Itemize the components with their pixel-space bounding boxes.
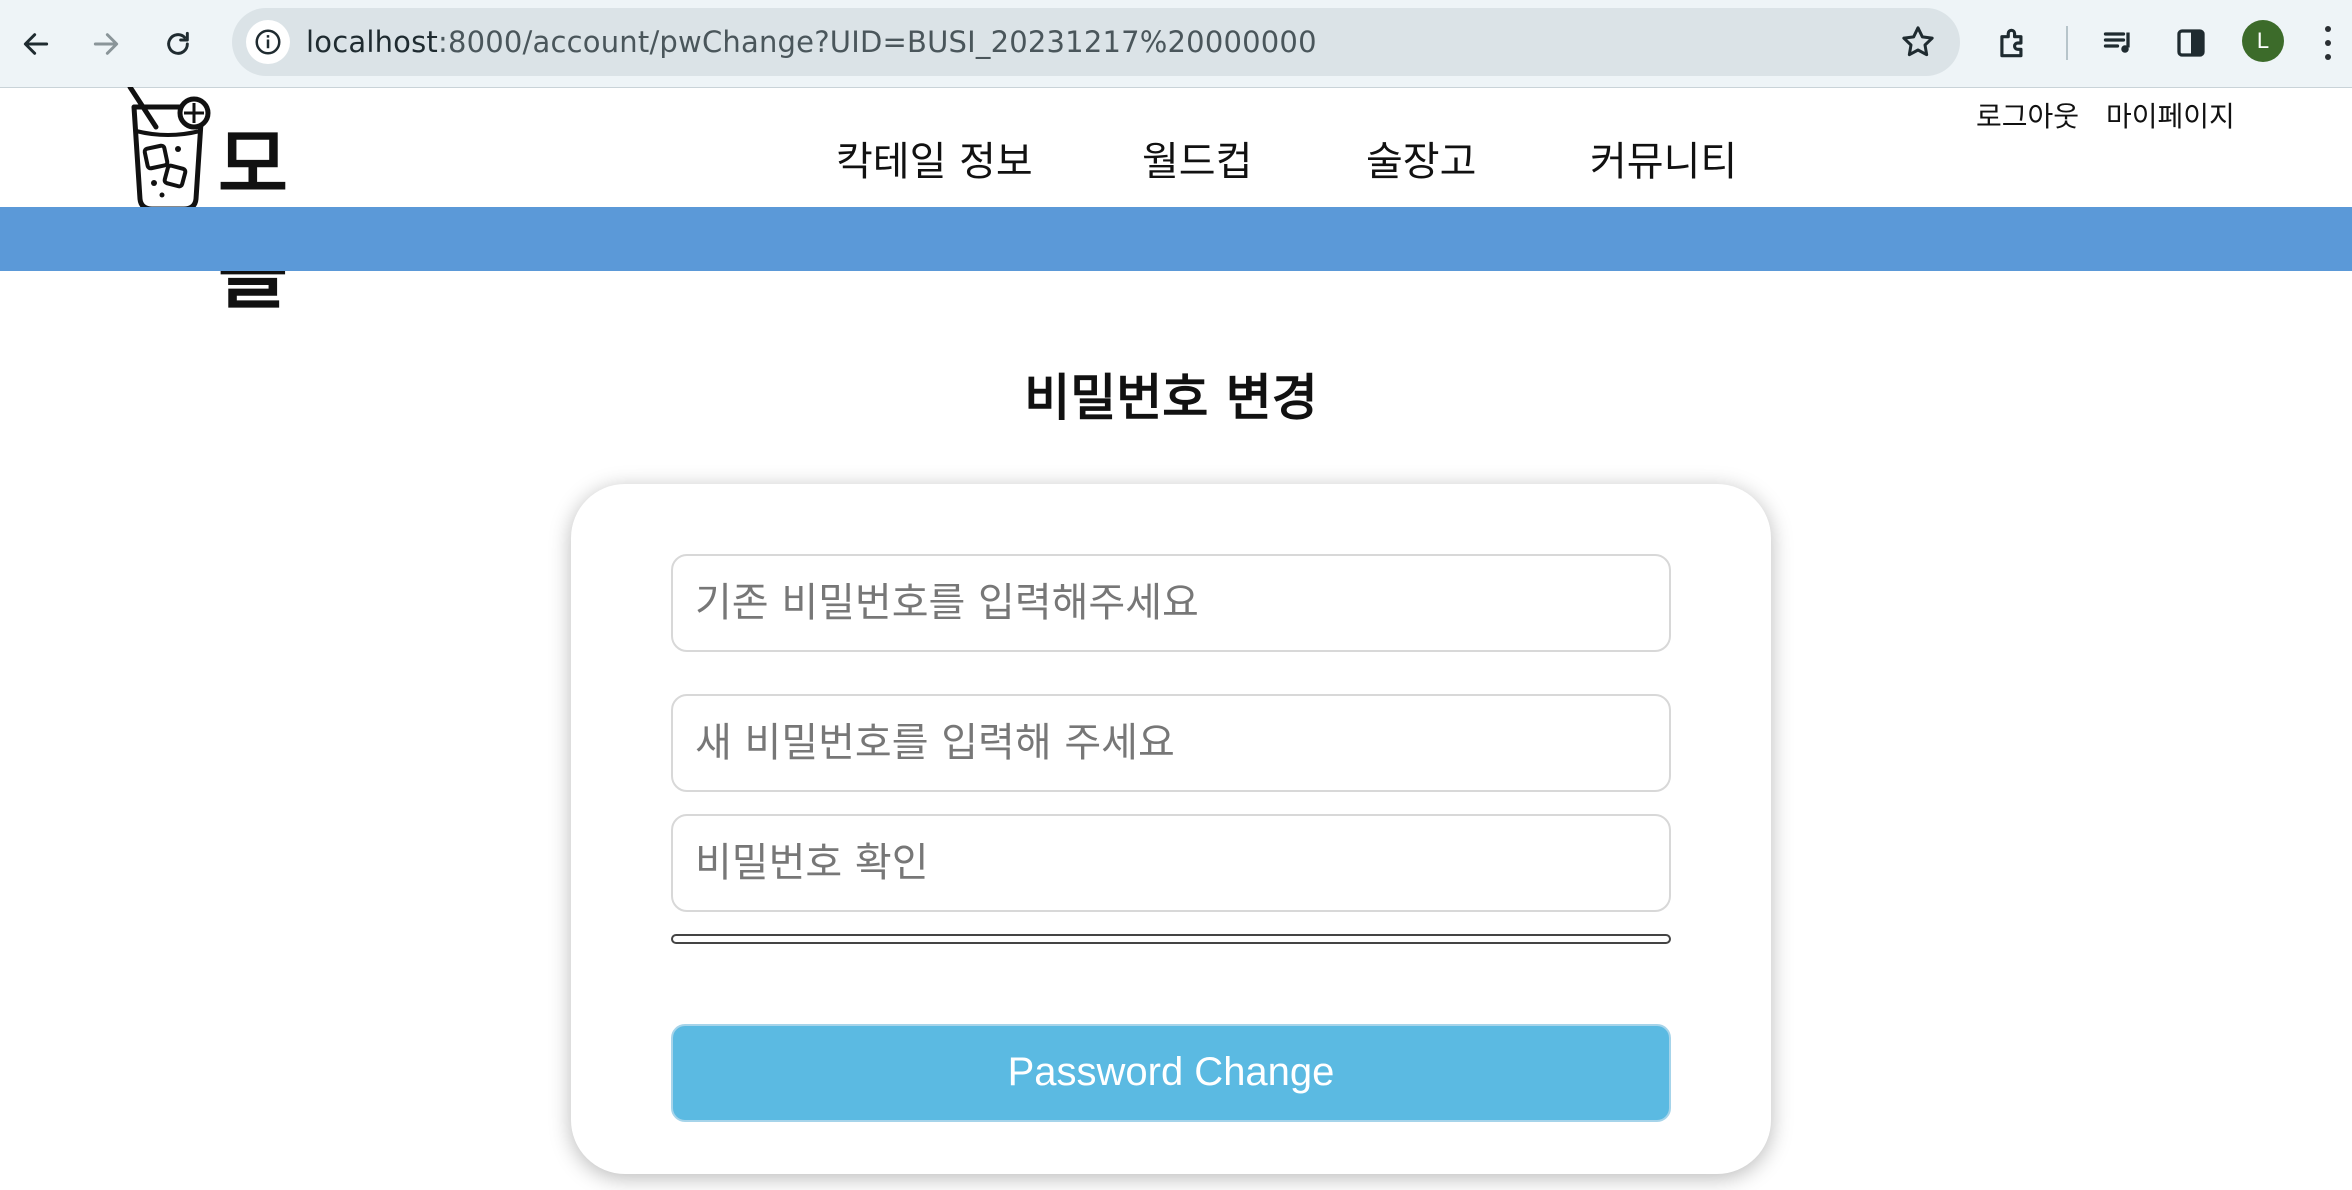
nav-cocktail-info[interactable]: 칵테일 정보 — [836, 129, 1033, 187]
header-band — [0, 207, 2352, 271]
extensions-icon[interactable] — [1990, 20, 2036, 66]
confirm-password-input[interactable] — [671, 814, 1671, 912]
address-bar[interactable]: localhost:8000/account/pwChange?UID=BUSI… — [232, 8, 1960, 76]
reload-icon[interactable] — [152, 18, 204, 70]
side-panel-icon[interactable] — [2168, 20, 2214, 66]
back-arrow-icon[interactable] — [10, 18, 62, 70]
nav-liquor-cabinet[interactable]: 술장고 — [1366, 129, 1476, 187]
site-header: 모몰 칵테일 정보 월드컵 술장고 커뮤니티 로그아웃 마이페이지 — [0, 87, 2352, 319]
forward-arrow-icon[interactable] — [80, 18, 132, 70]
url-text[interactable]: localhost:8000/account/pwChange?UID=BUSI… — [306, 8, 1317, 76]
current-password-input[interactable] — [671, 554, 1671, 652]
toolbar-divider — [2066, 26, 2068, 60]
main-nav: 칵테일 정보 월드컵 술장고 커뮤니티 — [0, 129, 2352, 189]
logout-link[interactable]: 로그아웃 — [1976, 95, 2079, 135]
bookmark-star-icon[interactable] — [1898, 22, 1938, 62]
media-queue-icon[interactable] — [2096, 20, 2142, 66]
password-strength-bar — [671, 934, 1671, 944]
page-title: 비밀번호 변경 — [1024, 369, 1318, 427]
nav-worldcup[interactable]: 월드컵 — [1142, 129, 1252, 187]
browser-toolbar: localhost:8000/account/pwChange?UID=BUSI… — [0, 0, 2352, 88]
password-change-card: Password Change — [571, 484, 1771, 1174]
password-change-button[interactable]: Password Change — [671, 1024, 1671, 1122]
mypage-link[interactable]: 마이페이지 — [2106, 95, 2235, 135]
nav-community[interactable]: 커뮤니티 — [1590, 129, 1737, 187]
new-password-input[interactable] — [671, 694, 1671, 792]
profile-avatar[interactable]: L — [2242, 20, 2284, 62]
more-menu-icon[interactable] — [2318, 20, 2338, 66]
site-info-icon[interactable] — [246, 20, 290, 64]
